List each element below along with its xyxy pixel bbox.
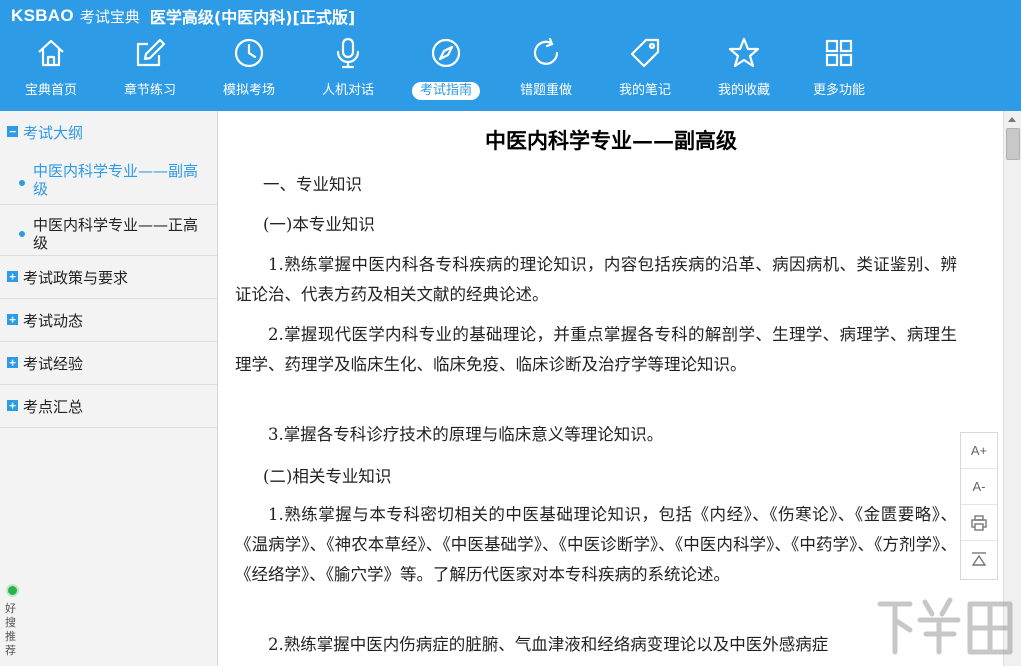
grid-icon [822,36,856,70]
recommend-widget[interactable]: 好搜推荐 [2,582,24,666]
expand-icon: + [7,271,18,282]
edit-icon [133,36,167,70]
section-heading: 一、专业知识 [263,175,362,194]
bullet-icon [19,231,25,237]
brand-name: 考试宝典 [79,7,140,26]
subsection-heading: (一)本专业知识 [263,215,375,234]
nav-item-more[interactable]: 更多功能 [791,30,887,108]
font-decrease-button[interactable]: A- [961,469,997,505]
nav-item-exam-guide[interactable]: 考试指南 [398,30,494,108]
collapse-icon: − [7,126,18,137]
paragraph: 3.掌握各专科诊疗技术的原理与临床意义等理论知识。 [268,425,664,444]
sidebar-section-key-points[interactable]: + 考点汇总 [0,385,217,428]
tag-icon [628,36,662,70]
reading-tools: A+ A- [960,432,998,580]
paragraph: 2.熟练掌握中医内伤病症的脏腑、气血津液和经络病变理论以及中医外感病症 [268,635,829,654]
nav-item-favorites[interactable]: 我的收藏 [696,30,792,108]
sidebar-section-label: 考试动态 [23,312,84,330]
sidebar: − 考试大纲 中医内科学专业——副高级 中医内科学专业——正高级 + 考试政策与… [0,111,218,666]
bullet-icon [19,180,25,186]
paragraph: 1.熟练掌握中医内科各专科疾病的理论知识，内容包括疾病的沿革、病因病机、类证鉴别… [235,255,957,304]
sidebar-section-label: 考试政策与要求 [23,269,129,287]
sidebar-section-label: 考试大纲 [23,124,84,142]
nav-label: 更多功能 [812,83,865,98]
nav-label: 我的收藏 [717,83,770,98]
vertical-scrollbar[interactable] [1003,111,1021,666]
sidebar-section-exam-outline[interactable]: − 考试大纲 [0,111,217,154]
home-icon [34,36,68,70]
watermark-logo [870,590,1020,666]
compass-icon [429,36,463,70]
nav-label-active: 考试指南 [411,82,481,100]
nav-item-chapter-practice[interactable]: 章节练习 [102,30,198,108]
document-view: 中医内科学专业——副高级 一、专业知识 (一)本专业知识 1.熟练掌握中医内科各… [219,111,1003,666]
nav-label: 章节练习 [123,83,176,98]
sidebar-item-label: 中医内科学专业——正高级 [33,216,199,252]
expand-icon: + [7,400,18,411]
sidebar-item-label: 中医内科学专业——副高级 [33,162,199,198]
nav-label: 我的笔记 [618,83,671,98]
document-title: 中医内科学专业——副高级 [485,128,737,153]
scroll-up-arrow-icon[interactable] [1004,111,1021,128]
expand-icon: + [7,357,18,368]
nav-item-redo-mistakes[interactable]: 错题重做 [498,30,594,108]
nav-label: 错题重做 [519,83,572,98]
sidebar-section-experience[interactable]: + 考试经验 [0,342,217,385]
sidebar-item-senior[interactable]: 中医内科学专业——正高级 [0,205,217,256]
clock-icon [232,36,266,70]
font-increase-button[interactable]: A+ [961,433,997,469]
print-button[interactable] [961,505,997,541]
nav-item-dialogue[interactable]: 人机对话 [300,30,396,108]
print-icon [971,515,987,531]
font-decrease-label: A- [972,479,986,494]
main-nav: 宝典首页 章节练习 模拟考场 人机对话 考试指南 错题重做 我的笔记 我的收藏 … [0,30,900,108]
sidebar-item-associate-senior[interactable]: 中医内科学专业——副高级 [0,156,217,205]
nav-item-home[interactable]: 宝典首页 [3,30,99,108]
expand-icon: + [7,314,18,325]
paragraph: 2.掌握现代医学内科专业的基础理论，并重点掌握各专科的解剖学、生理学、病理学、病… [235,325,957,374]
brand: KSBAO 考试宝典 医学高级(中医内科)[正式版] [11,4,355,28]
nav-label: 人机对话 [321,83,374,98]
nav-label: 宝典首页 [24,83,77,98]
sidebar-section-label: 考试经验 [23,355,84,373]
app-header: KSBAO 考试宝典 医学高级(中医内科)[正式版] 宝典首页 章节练习 模拟考… [0,0,1021,111]
brand-logo: KSBAO [11,6,74,25]
sidebar-section-label: 考点汇总 [23,398,84,416]
nav-item-notes[interactable]: 我的笔记 [597,30,693,108]
star-icon [727,36,761,70]
back-to-top-button[interactable] [961,541,997,577]
refresh-icon [529,36,563,70]
back-to-top-icon [971,552,987,566]
sidebar-section-news[interactable]: + 考试动态 [0,299,217,342]
nav-item-mock-exam[interactable]: 模拟考场 [201,30,297,108]
recommend-label: 好搜推荐 [5,602,16,657]
font-increase-label: A+ [970,443,988,458]
app-title: 医学高级(中医内科)[正式版] [149,8,356,27]
status-dot-icon [6,584,19,597]
subsection-heading: (二)相关专业知识 [263,467,392,486]
paragraph: 1.熟练掌握与本专科密切相关的中医基础理论知识，包括《内经》、《伤寒论》、《金匮… [235,505,957,584]
nav-label: 模拟考场 [222,83,275,98]
sidebar-section-policy[interactable]: + 考试政策与要求 [0,256,217,299]
scrollbar-thumb[interactable] [1006,128,1020,160]
microphone-icon [331,36,365,70]
